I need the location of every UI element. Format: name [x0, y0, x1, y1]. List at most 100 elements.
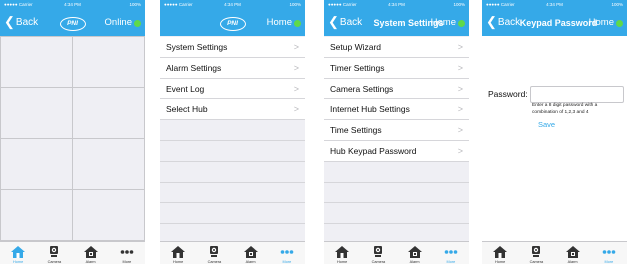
- online-dot-icon: [616, 19, 623, 27]
- tab-label: Camera: [529, 260, 544, 264]
- settings-list: Setup Wizard > Timer Settings > Camera Set…: [324, 37, 469, 225]
- list-item-label: Camera Settings: [330, 83, 394, 94]
- tab-camera[interactable]: Camera: [196, 242, 232, 264]
- status-time: 4:34 PM: [224, 2, 241, 7]
- tab-label: Alarm: [245, 260, 256, 264]
- camera-tile[interactable]: [72, 87, 145, 139]
- tab-bar: Home Camera Alarm More: [482, 241, 627, 264]
- tab-home[interactable]: Home: [482, 242, 518, 264]
- camera-tile[interactable]: [0, 87, 73, 139]
- list-item[interactable]: Alarm Settings >: [160, 57, 305, 79]
- tab-label: Home: [337, 260, 348, 264]
- password-input[interactable]: [530, 86, 624, 103]
- tab-bar: Home Camera Alarm More: [324, 241, 469, 264]
- alarm-icon: [243, 245, 258, 258]
- save-button[interactable]: Save: [538, 120, 555, 129]
- camera-tile[interactable]: [72, 138, 145, 190]
- list-item-label: Internet Hub Settings: [330, 104, 410, 115]
- chevron-right-icon: >: [293, 83, 299, 94]
- home-button[interactable]: Home: [431, 13, 465, 33]
- list-item[interactable]: Timer Settings >: [324, 57, 469, 79]
- chevron-right-icon: >: [457, 145, 463, 156]
- tab-label: More: [122, 260, 132, 264]
- camera-tile[interactable]: [0, 138, 73, 190]
- list-item[interactable]: Hub Keypad Password >: [324, 140, 469, 162]
- list-item-label: Select Hub: [166, 104, 208, 115]
- tab-alarm[interactable]: Alarm: [73, 242, 109, 264]
- tab-more[interactable]: More: [269, 242, 305, 264]
- camera-tile[interactable]: [72, 189, 145, 241]
- tab-home[interactable]: Home: [324, 242, 360, 264]
- tab-more[interactable]: More: [591, 242, 627, 264]
- camera-tile[interactable]: [0, 36, 73, 88]
- tab-more[interactable]: More: [109, 242, 145, 264]
- phone-screen-live-view: ●●●●● Carrier 4:34 PM 100% ❮Back PNI Onl…: [0, 0, 145, 264]
- battery-label: 100%: [453, 2, 465, 7]
- online-dot-icon: [134, 19, 141, 27]
- alarm-icon: [407, 245, 422, 258]
- tab-camera[interactable]: Camera: [36, 242, 72, 264]
- chevron-right-icon: >: [457, 83, 463, 94]
- status-time: 4:34 PM: [64, 2, 81, 7]
- list-item[interactable]: Setup Wizard >: [324, 37, 469, 58]
- camera-grid: [0, 36, 145, 241]
- list-item[interactable]: Event Log >: [160, 78, 305, 100]
- list-item[interactable]: Internet Hub Settings >: [324, 99, 469, 121]
- chevron-right-icon: >: [293, 62, 299, 73]
- phone-screen-keypad-password: ●●●●● Carrier 4:34 PM 100% ❮Back Keypad …: [482, 0, 627, 264]
- camera-tile[interactable]: [72, 36, 145, 88]
- empty-row: [160, 203, 305, 225]
- tab-home[interactable]: Home: [0, 242, 36, 264]
- empty-row: [324, 203, 469, 225]
- chevron-left-icon: ❮: [4, 14, 15, 29]
- battery-label: 100%: [129, 2, 141, 7]
- camera-icon: [47, 245, 61, 257]
- home-button[interactable]: Home: [589, 13, 623, 33]
- nav-bar: ●●●●● Carrier 4:34 PM 100% PNI Home: [160, 0, 305, 36]
- tab-bar: Home Camera Alarm More: [160, 241, 305, 264]
- alarm-icon: [83, 245, 98, 258]
- pni-logo: PNI: [59, 17, 86, 31]
- camera-icon: [207, 245, 221, 257]
- tab-alarm[interactable]: Alarm: [233, 242, 269, 264]
- status-time: 4:34 PM: [388, 2, 405, 7]
- back-button[interactable]: ❮Back: [4, 13, 38, 33]
- home-button[interactable]: Home: [267, 13, 301, 33]
- list-item-label: Time Settings: [330, 125, 382, 136]
- tab-label: More: [604, 260, 614, 264]
- list-item-label: System Settings: [166, 42, 228, 52]
- camera-icon: [529, 245, 543, 257]
- password-label: Password:: [488, 89, 528, 99]
- chevron-right-icon: >: [457, 42, 463, 52]
- chevron-right-icon: >: [457, 125, 463, 136]
- list-item[interactable]: Camera Settings >: [324, 78, 469, 100]
- tab-label: More: [446, 260, 456, 264]
- nav-bar: ●●●●● Carrier 4:34 PM 100% ❮Back System …: [324, 0, 469, 36]
- status-bar: ●●●●● Carrier 4:34 PM 100%: [482, 0, 627, 9]
- home-icon: [171, 245, 186, 258]
- status-time: 4:34 PM: [546, 2, 563, 7]
- more-icon: [444, 245, 458, 257]
- tab-label: Home: [495, 260, 506, 264]
- tab-alarm[interactable]: Alarm: [555, 242, 591, 264]
- empty-row: [160, 183, 305, 204]
- tab-alarm[interactable]: Alarm: [397, 242, 433, 264]
- tab-bar: Home Camera Alarm More: [0, 241, 145, 264]
- list-item[interactable]: Select Hub >: [160, 99, 305, 121]
- tab-camera[interactable]: Camera: [360, 242, 396, 264]
- password-hint: Enter a 8 digit password with a combinat…: [532, 103, 598, 115]
- home-icon: [493, 245, 508, 258]
- tab-camera[interactable]: Camera: [518, 242, 554, 264]
- home-label: Home: [266, 17, 292, 28]
- camera-tile[interactable]: [0, 189, 73, 241]
- list-item-label: Setup Wizard: [330, 42, 382, 52]
- tab-label: Alarm: [567, 260, 578, 264]
- tab-home[interactable]: Home: [160, 242, 196, 264]
- phone-screen-system-settings: ●●●●● Carrier 4:34 PM 100% ❮Back System …: [324, 0, 469, 264]
- tab-more[interactable]: More: [433, 242, 469, 264]
- list-item[interactable]: System Settings >: [160, 37, 305, 58]
- password-form: Password: Enter a 8 digit password with …: [482, 36, 627, 241]
- list-item[interactable]: Time Settings >: [324, 120, 469, 141]
- nav-bar: ●●●●● Carrier 4:34 PM 100% ❮Back PNI Onl…: [0, 0, 145, 36]
- home-label: Home: [430, 17, 456, 28]
